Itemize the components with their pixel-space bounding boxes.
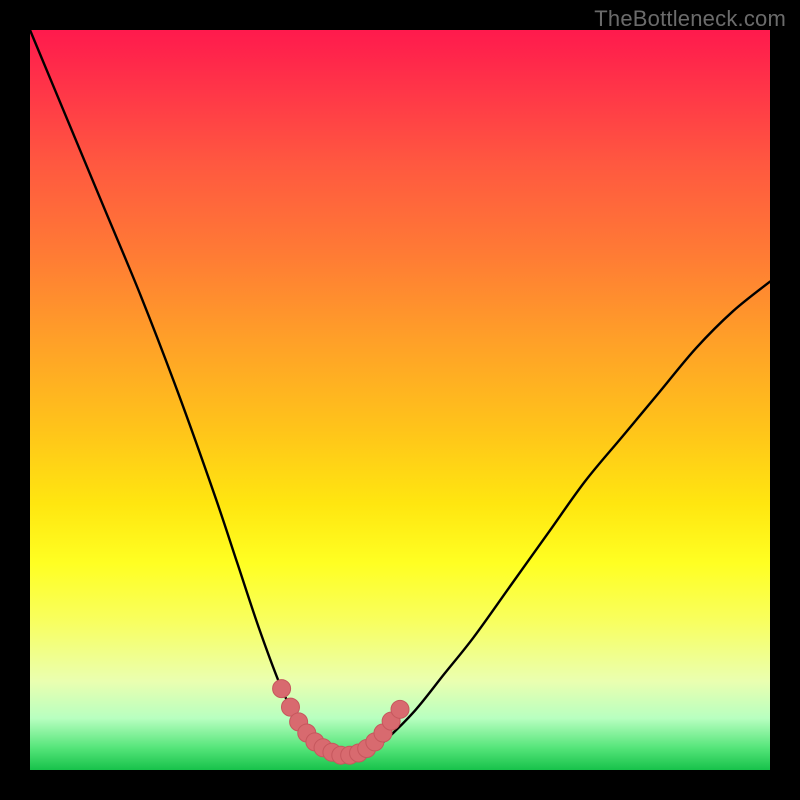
chart-frame: TheBottleneck.com xyxy=(0,0,800,800)
curve-svg xyxy=(30,30,770,770)
plot-area xyxy=(30,30,770,770)
watermark-text: TheBottleneck.com xyxy=(594,6,786,32)
bottleneck-curve xyxy=(30,30,770,756)
highlight-markers xyxy=(273,680,409,765)
highlight-marker xyxy=(391,700,409,718)
highlight-marker xyxy=(273,680,291,698)
